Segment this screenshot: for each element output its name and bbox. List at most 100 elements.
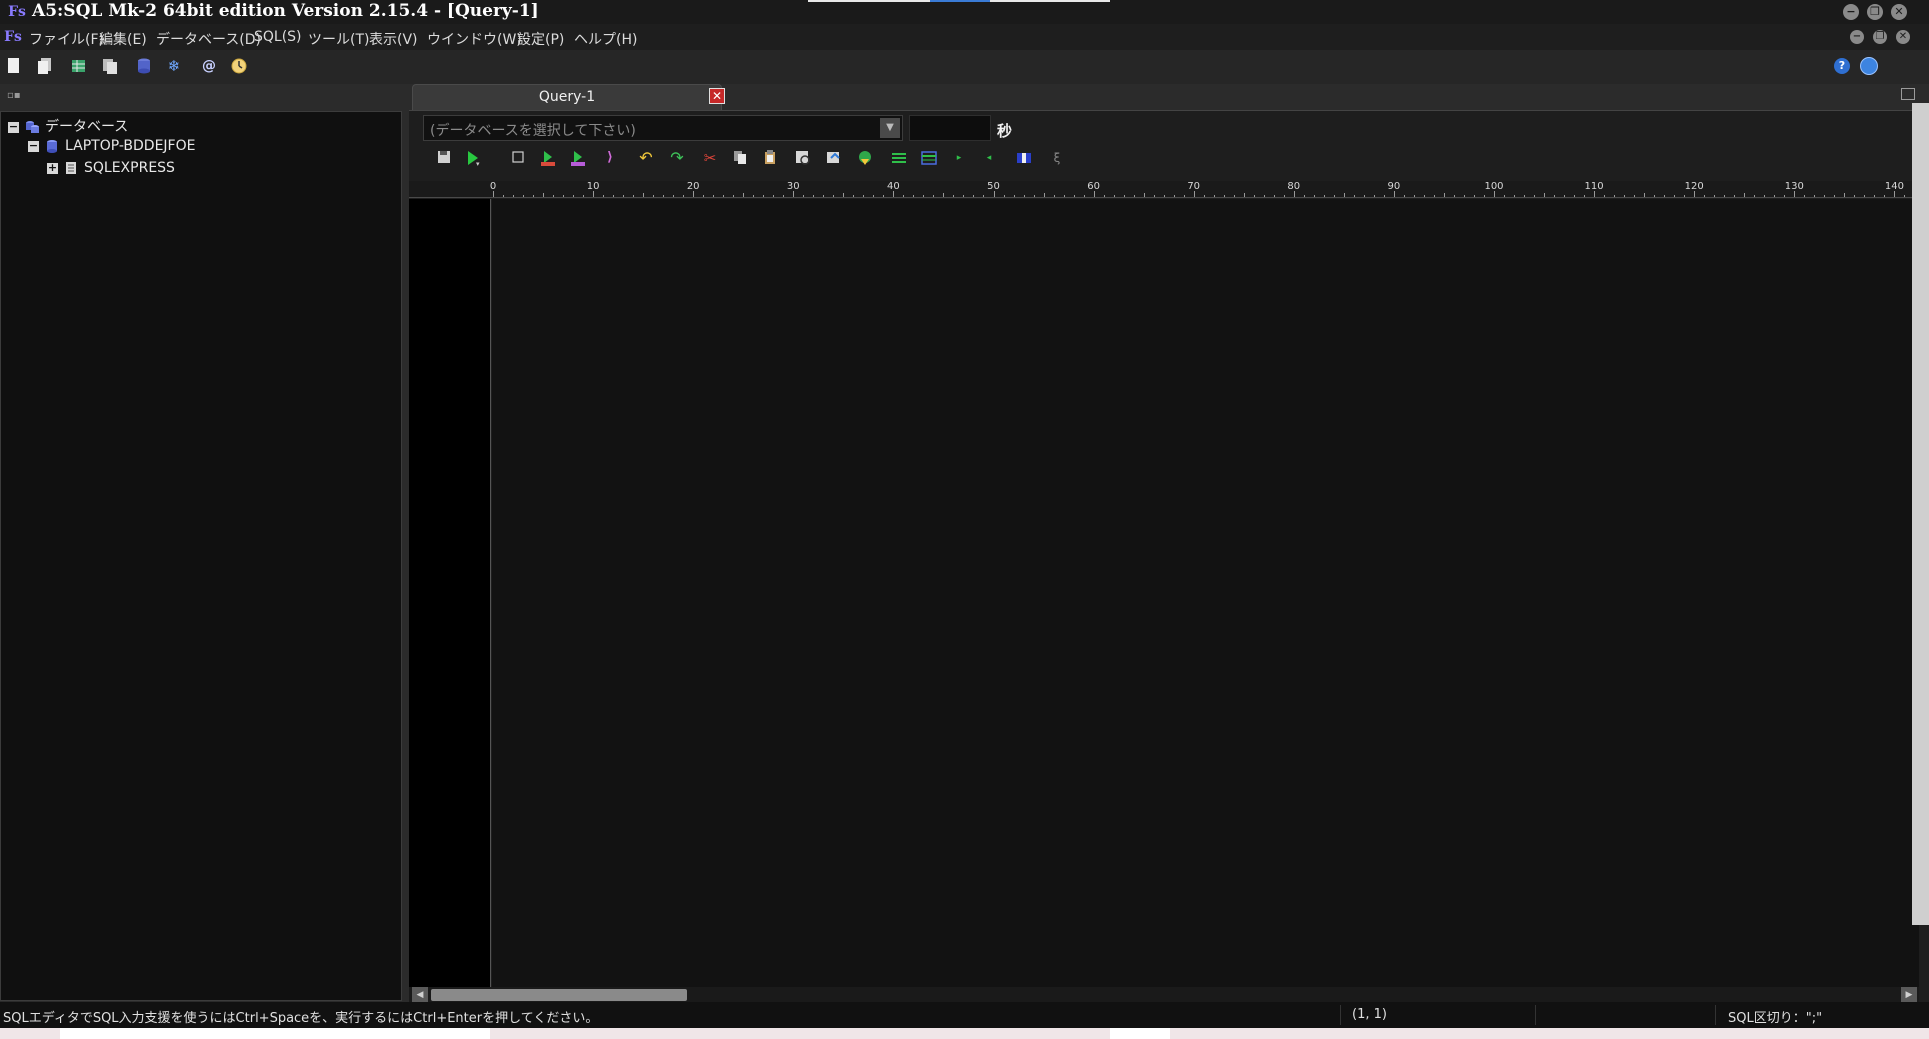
text-icon[interactable]: ξ: [1048, 149, 1066, 167]
import-icon[interactable]: [856, 149, 874, 167]
ruler-tick: [1383, 195, 1385, 197]
restore-icon[interactable]: ❐: [1867, 4, 1883, 20]
help-icon[interactable]: ?: [1834, 58, 1850, 74]
database-tree: − データベース − LAPTOP-BDDEJFOE + SQLEXPRESS: [0, 111, 402, 1001]
document-area: Query-1 ✕ (データベースを選択して下さい) ▼ 秒 ▾ ⟩ ↶ ↷ ✂…: [409, 84, 1929, 1003]
mdi-restore-icon[interactable]: ❐: [1873, 30, 1887, 44]
tab-query-1[interactable]: Query-1 ✕: [412, 84, 725, 110]
cut-icon[interactable]: ✂: [701, 149, 719, 167]
next-icon[interactable]: ▸: [950, 149, 968, 167]
ruler-tick: [1774, 195, 1776, 197]
ruler-tick: [1654, 195, 1656, 197]
ruler-tick: [1013, 195, 1015, 197]
ruler-tick: [913, 195, 915, 197]
close-icon[interactable]: ✕: [1891, 4, 1907, 20]
ruler-tick: [1323, 195, 1325, 197]
execute-all-icon[interactable]: [539, 149, 557, 167]
ruler-tick: [1754, 195, 1756, 197]
float-window-icon[interactable]: [1901, 88, 1915, 100]
tree-node-label: SQLEXPRESS: [84, 160, 175, 176]
scroll-right-icon[interactable]: ▶: [1901, 987, 1917, 1003]
status-separator: [1535, 1005, 1536, 1025]
horizontal-scrollbar[interactable]: ◀ ▶: [409, 987, 1919, 1003]
ruler-tick: [613, 195, 615, 197]
ruler-tick: [1874, 195, 1876, 197]
menu-tools[interactable]: ツール(T): [308, 29, 369, 49]
globe-icon[interactable]: [1860, 57, 1878, 75]
database-select[interactable]: (データベースを選択して下さい) ▼: [423, 115, 903, 141]
snowflake-icon[interactable]: ❄: [165, 57, 183, 75]
step-icon[interactable]: ⟩: [601, 149, 619, 167]
mdi-close-icon[interactable]: ✕: [1896, 30, 1910, 44]
pin-icon[interactable]: ▫▪: [7, 90, 21, 101]
collapse-icon[interactable]: −: [8, 121, 19, 133]
redo-icon[interactable]: ↷: [668, 149, 686, 167]
menu-database[interactable]: データベース(D): [156, 29, 261, 49]
ruler-tick: [1283, 195, 1285, 197]
taskbar-strip-right: [990, 0, 1110, 2]
ruler-tick: [983, 195, 985, 197]
execute-icon[interactable]: ▾: [465, 149, 483, 168]
at-sign-icon[interactable]: @: [200, 57, 218, 75]
scroll-thumb[interactable]: [431, 989, 687, 1001]
ruler-tick: [583, 195, 585, 197]
menu-view[interactable]: 表示(V): [369, 29, 418, 49]
layout-icon[interactable]: [1015, 149, 1033, 167]
expand-icon[interactable]: +: [47, 162, 58, 174]
ruler-tick: [1303, 195, 1305, 197]
menu-settings[interactable]: 設定(P): [517, 29, 564, 49]
prev-icon[interactable]: ◂: [980, 149, 998, 167]
ruler-tick: [1473, 195, 1475, 197]
ruler-tick: [1714, 195, 1716, 197]
clock-icon[interactable]: [230, 57, 248, 75]
sql-editor[interactable]: [492, 199, 1919, 989]
mdi-app-logo-icon[interactable]: Fs: [3, 28, 23, 46]
table-view-icon[interactable]: [920, 149, 938, 167]
menu-help[interactable]: ヘルプ(H): [574, 29, 637, 49]
format-icon[interactable]: [825, 149, 843, 167]
menu-file[interactable]: ファイル(F): [29, 29, 104, 49]
database-icon[interactable]: [135, 57, 153, 75]
ruler-label: 60: [1087, 181, 1100, 192]
sql-delimiter: SQL区切り：";": [1728, 1011, 1823, 1026]
tab-label: Query-1: [538, 89, 596, 105]
paste-icon[interactable]: [761, 149, 779, 167]
undo-icon[interactable]: ↶: [637, 149, 655, 167]
ruler-tick: [1113, 195, 1115, 197]
tab-close-icon[interactable]: ✕: [709, 88, 725, 104]
new-file-icon[interactable]: [5, 57, 23, 75]
ruler-tick: [1644, 193, 1646, 197]
chevron-down-icon[interactable]: ▼: [880, 118, 900, 138]
ruler-tick: [963, 195, 965, 197]
stop-icon[interactable]: [509, 149, 527, 167]
find-icon[interactable]: [794, 149, 812, 167]
scroll-left-icon[interactable]: ◀: [412, 987, 428, 1003]
ruler-tick: [1884, 195, 1886, 197]
collapse-icon[interactable]: −: [28, 140, 39, 152]
minimize-icon[interactable]: −: [1843, 4, 1859, 20]
explain-icon[interactable]: [569, 149, 587, 167]
tree-node-instance[interactable]: + SQLEXPRESS: [47, 160, 175, 182]
ruler-tick: [1033, 195, 1035, 197]
ruler-tick: [1664, 195, 1666, 197]
ruler-tick: [833, 195, 835, 197]
ruler-tick: [1223, 195, 1225, 197]
open-file-icon[interactable]: [36, 57, 54, 75]
table-icon[interactable]: [70, 57, 88, 75]
tree-node-server[interactable]: − LAPTOP-BDDEJFOE: [28, 138, 195, 160]
ruler-tick: [1504, 195, 1505, 197]
mdi-minimize-icon[interactable]: −: [1850, 30, 1864, 44]
menu-sql[interactable]: SQL(S): [254, 29, 302, 45]
status-separator: [1715, 1005, 1716, 1025]
menu-window[interactable]: ウインドウ(W): [427, 29, 522, 49]
ruler-tick: [1343, 193, 1345, 197]
ruler-tick: [1413, 195, 1415, 197]
copy-icon[interactable]: [731, 149, 749, 167]
timeout-input[interactable]: [909, 115, 991, 141]
menu-edit[interactable]: 編集(E): [99, 29, 147, 49]
copy-db-icon[interactable]: [101, 57, 119, 75]
ruler-tick: [1153, 195, 1155, 197]
save-icon[interactable]: [435, 149, 453, 167]
tree-node-databases[interactable]: − データベース: [8, 116, 128, 138]
grid-icon[interactable]: [890, 149, 908, 167]
